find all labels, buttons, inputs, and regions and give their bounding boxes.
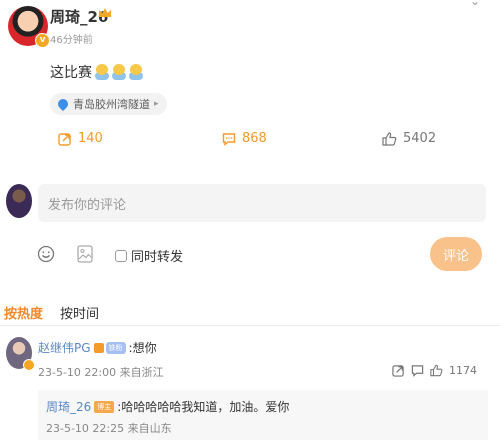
crown-icon (99, 8, 111, 17)
verified-badge-icon (23, 359, 35, 371)
like-button[interactable]: 5402 (382, 131, 436, 146)
author-badge: 博主 (94, 400, 115, 413)
comment-button[interactable]: 868 (222, 131, 267, 146)
chevron-down-icon[interactable]: ⌄ (470, 0, 480, 8)
location-label: 青岛胶州湾隧道 (73, 98, 150, 111)
comment-like-count: 1174 (449, 364, 477, 377)
comment-actions: 1174 (392, 364, 477, 377)
comment-icon (222, 132, 236, 146)
thumbs-up-icon[interactable] (430, 364, 443, 377)
forward-label: 同时转发 (131, 250, 184, 265)
comment-input[interactable]: 发布你的评论 (38, 184, 486, 222)
comment-line: 赵继伟PG 铁粉 :想你 (38, 339, 157, 356)
divider (0, 325, 500, 326)
location-pin-icon (55, 96, 71, 112)
emoji-icon[interactable] (37, 245, 55, 263)
medal-icon (93, 342, 104, 353)
post-time: 46分钟前 (50, 35, 93, 46)
comment-count: 868 (242, 131, 267, 146)
repost-icon[interactable] (392, 364, 405, 377)
comment-author-name[interactable]: 赵继伟PG (38, 339, 91, 356)
post-text: 这比赛 (50, 65, 92, 81)
verified-badge-icon: v (35, 33, 50, 48)
tab-sort-time[interactable]: 按时间 (60, 303, 99, 322)
send-comment-button[interactable]: 评论 (430, 237, 482, 271)
avatar[interactable]: v (8, 6, 50, 48)
pray-emoji-icon (112, 64, 126, 80)
reply-meta: 23-5-10 22:25 来自山东 (46, 422, 172, 435)
like-count: 5402 (403, 131, 437, 146)
reply-text: :哈哈哈哈哈我知道，加油。爱你 (117, 400, 290, 414)
reply-line: 周琦_26 博主 :哈哈哈哈哈我知道，加油。爱你 (46, 398, 289, 415)
chevron-right-icon: ▸ (154, 99, 159, 109)
reply-author-name[interactable]: 周琦_26 (46, 398, 91, 415)
comment-author-avatar[interactable] (6, 337, 35, 371)
post-text-row: 这比赛 (50, 62, 143, 82)
pray-emoji-icon (95, 64, 109, 80)
tab-sort-hot[interactable]: 按热度 (4, 303, 43, 322)
repost-button[interactable]: 140 (58, 131, 103, 146)
image-icon[interactable] (77, 245, 93, 263)
comment-text: :想你 (128, 341, 157, 355)
fan-badge: 铁粉 (105, 341, 126, 354)
comment-icon[interactable] (411, 364, 424, 377)
checkbox-icon[interactable] (115, 249, 127, 262)
thumbs-up-icon (382, 131, 397, 146)
current-user-avatar (6, 184, 32, 218)
location-tag[interactable]: 青岛胶州湾隧道 ▸ (50, 93, 167, 115)
repost-count: 140 (78, 131, 103, 146)
pray-emoji-icon (129, 64, 143, 80)
repost-icon (58, 132, 71, 146)
forward-checkbox[interactable]: 同时转发 (115, 246, 183, 265)
comment-meta: 23-5-10 22:00 来自浙江 (38, 366, 164, 379)
